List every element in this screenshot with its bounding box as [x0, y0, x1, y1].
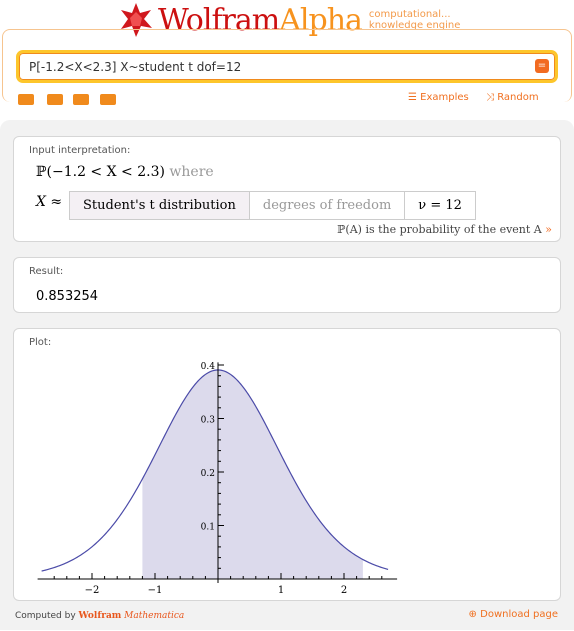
- download-label: Download page: [480, 609, 558, 620]
- download-page-link[interactable]: ⊕ Download page: [469, 609, 558, 620]
- x-tick-label: 1: [278, 585, 284, 596]
- y-tick-label: 0.3: [201, 416, 216, 426]
- y-tick-label: 0.4: [201, 362, 216, 372]
- download-icon: ⊕: [468, 609, 477, 620]
- t-distribution-plot: −2 −1 1 2 0.1 0.2 0.3 0.4: [37, 362, 398, 596]
- mathematica-brand: Mathematica: [124, 611, 185, 621]
- computed-by: Computed by Wolfram Mathematica: [15, 611, 184, 621]
- x-tick-label: 2: [341, 585, 347, 596]
- computed-by-label: Computed by: [15, 611, 76, 621]
- results-area: Input interpretation: ℙ(−1.2 < X < 2.3) …: [0, 120, 574, 630]
- x-tick-label: −1: [148, 585, 163, 596]
- y-tick-label: 0.2: [201, 469, 215, 479]
- y-tick-label: 0.1: [201, 523, 215, 533]
- x-tick-label: −2: [85, 585, 100, 596]
- wolfram-brand: Wolfram: [78, 611, 122, 621]
- pod-plot: Plot: −2 −1 1 2 0.1 0.2 0.3 0.4: [13, 328, 561, 601]
